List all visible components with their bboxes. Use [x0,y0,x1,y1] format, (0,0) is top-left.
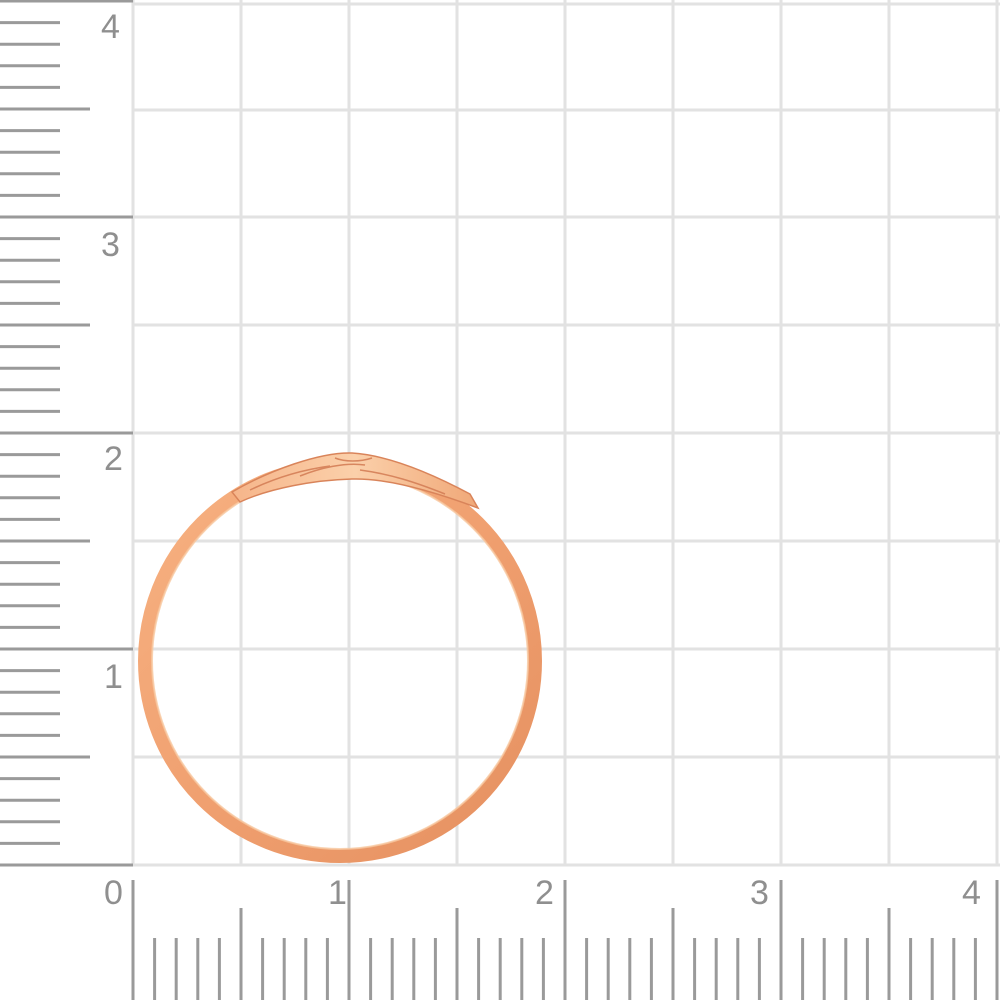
x-label-0: 0 [104,874,123,912]
y-label-1: 1 [104,658,123,696]
y-label-4: 4 [101,8,120,46]
y-label-2: 2 [104,440,123,478]
x-label-3: 3 [750,874,769,912]
horizontal-ruler-labels: 0 1 2 3 4 [104,874,981,912]
horizontal-ruler [131,880,999,1000]
ring [138,452,542,863]
vertical-ruler-labels: 1 2 3 4 [101,8,123,696]
y-label-3: 3 [101,226,120,264]
ring-band [138,459,542,863]
vertical-ruler [0,0,133,867]
ring-inner-edge [151,472,529,850]
background-grid [131,0,1000,867]
x-label-1: 1 [328,874,347,912]
x-label-4: 4 [962,874,981,912]
measurement-photo: 1 2 3 4 0 1 2 3 4 [0,0,1000,1000]
x-label-2: 2 [535,874,554,912]
